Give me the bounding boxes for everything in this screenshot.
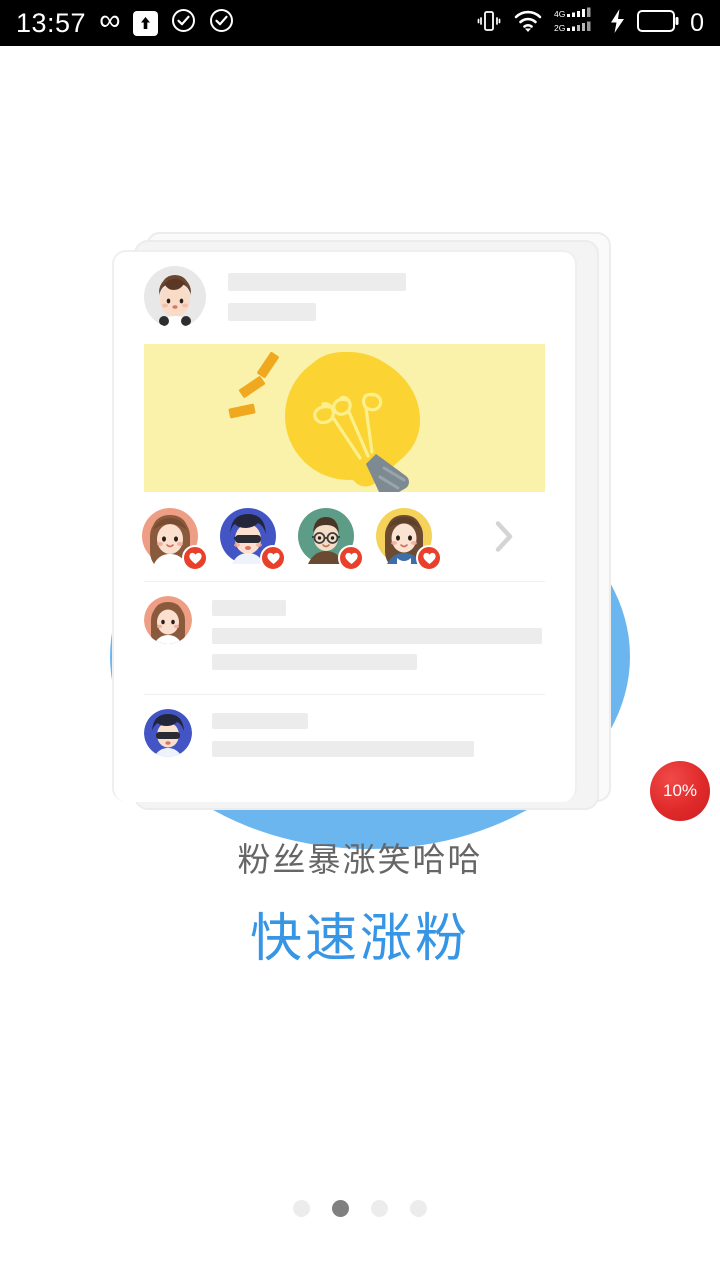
placeholder-bar bbox=[212, 741, 474, 757]
page-dot-1[interactable] bbox=[293, 1200, 310, 1217]
svg-text:4G: 4G bbox=[554, 9, 565, 19]
post-author-placeholder-lines bbox=[228, 273, 406, 321]
svg-text:2G: 2G bbox=[554, 23, 565, 33]
heart-badge-icon bbox=[182, 545, 208, 571]
feed-post-card bbox=[112, 250, 577, 802]
battery-percent-label: 0 bbox=[690, 8, 704, 37]
placeholder-bar bbox=[212, 654, 417, 670]
progress-badge[interactable]: 10% bbox=[650, 761, 710, 821]
post-hero-image bbox=[144, 344, 545, 492]
comment-placeholder-lines bbox=[212, 596, 542, 680]
status-bar-right: 4G 2G 0 bbox=[476, 7, 704, 40]
signal-bars-icon: 4G 2G bbox=[554, 7, 598, 40]
check-circle-icon-2 bbox=[209, 8, 234, 38]
commenter-avatar[interactable] bbox=[144, 596, 192, 644]
status-bar: 13:57 ∞ 4G 2G 0 bbox=[0, 0, 720, 46]
placeholder-bar bbox=[212, 713, 308, 729]
progress-badge-label: 10% bbox=[662, 781, 698, 800]
page-dot-3[interactable] bbox=[371, 1200, 388, 1217]
post-likers-row[interactable] bbox=[114, 496, 545, 581]
status-time: 13:57 bbox=[16, 7, 87, 38]
comment-row[interactable] bbox=[114, 582, 575, 694]
liker-avatar-4[interactable] bbox=[376, 508, 442, 571]
liker-avatar-1[interactable] bbox=[142, 508, 208, 572]
page-dot-4[interactable] bbox=[410, 1200, 427, 1217]
app-screen: 13:57 ∞ 4G 2G 0 10% 粉丝暴涨笑哈哈 快速涨粉 bbox=[0, 0, 720, 1280]
comment-row[interactable] bbox=[114, 695, 575, 781]
status-bar-left: 13:57 ∞ bbox=[16, 4, 234, 38]
placeholder-bar bbox=[228, 273, 406, 291]
commenter-avatar[interactable] bbox=[144, 709, 192, 757]
wifi-icon bbox=[513, 8, 543, 39]
comment-placeholder-lines bbox=[212, 709, 474, 767]
charging-bolt-icon bbox=[609, 8, 626, 38]
onboarding-illustration: 10% bbox=[0, 46, 720, 849]
post-author-avatar[interactable] bbox=[144, 266, 206, 328]
placeholder-bar bbox=[212, 600, 286, 616]
placeholder-bar bbox=[228, 303, 316, 321]
chevron-right-icon[interactable] bbox=[493, 519, 515, 558]
check-circle-icon bbox=[171, 8, 196, 38]
liker-avatar-2[interactable] bbox=[220, 508, 286, 571]
heart-badge-icon bbox=[260, 545, 286, 571]
upload-arrow-icon bbox=[133, 10, 159, 36]
caption-subtitle: 粉丝暴涨笑哈哈 bbox=[237, 841, 483, 878]
page-dot-2[interactable] bbox=[332, 1200, 349, 1217]
infinity-icon: ∞ bbox=[99, 4, 121, 37]
battery-icon bbox=[637, 9, 679, 37]
liker-avatar-3[interactable] bbox=[298, 508, 364, 571]
heart-badge-icon bbox=[338, 545, 364, 571]
heart-badge-icon bbox=[416, 545, 442, 571]
page-indicator[interactable] bbox=[0, 1200, 720, 1217]
post-header bbox=[114, 252, 575, 338]
vibrate-icon bbox=[476, 8, 502, 39]
lightbulb-illustration bbox=[144, 344, 545, 492]
caption-block: 粉丝暴涨笑哈哈 快速涨粉 bbox=[0, 840, 720, 970]
caption-title: 快速涨粉 bbox=[249, 909, 470, 968]
placeholder-bar bbox=[212, 628, 542, 644]
